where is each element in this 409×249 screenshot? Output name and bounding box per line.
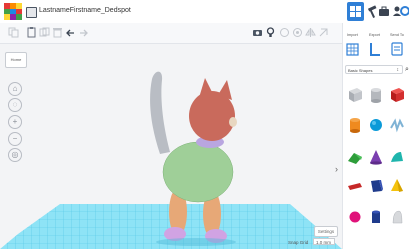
fit-view-icon[interactable]: ◌: [8, 98, 22, 112]
cylinder-navy-shape[interactable]: [367, 206, 385, 226]
home-view-icon[interactable]: ⌂: [8, 82, 22, 96]
import-tab[interactable]: Import: [347, 33, 358, 37]
shape-outline-icon[interactable]: [279, 27, 290, 38]
mirror-icon[interactable]: [305, 27, 316, 38]
notes-icon: [391, 42, 403, 56]
cylinder-gray-shape[interactable]: [367, 85, 385, 105]
sphere-magenta-shape[interactable]: [346, 206, 364, 226]
user-icon: [393, 6, 409, 16]
shapes-category-label: Basic Shapes: [348, 68, 373, 73]
workplane-icon: [346, 43, 359, 56]
box-gray-shape[interactable]: [346, 85, 364, 105]
undo-icon[interactable]: [65, 27, 76, 38]
paste-icon[interactable]: [26, 27, 37, 38]
camera-icon[interactable]: [252, 27, 263, 38]
align-icon[interactable]: [292, 27, 303, 38]
tinkercad-logo[interactable]: [4, 3, 22, 20]
workplane-scene[interactable]: [0, 44, 342, 249]
round-roof-teal-shape[interactable]: [388, 147, 406, 167]
cat-tail: [150, 71, 170, 154]
edit-toolbar: [0, 23, 342, 44]
panel-collapse-icon[interactable]: ›: [335, 162, 342, 176]
text-red-shape[interactable]: [346, 176, 364, 196]
grid-view-icon: [350, 6, 361, 17]
suitcase-icon: [379, 6, 389, 16]
redo-icon[interactable]: [78, 27, 89, 38]
delete-icon[interactable]: [52, 27, 63, 38]
box-navy-shape[interactable]: [367, 176, 385, 196]
pyramid-yellow-shape[interactable]: [388, 176, 406, 196]
paraboloid-gray-shape[interactable]: [388, 206, 406, 226]
workplane-button[interactable]: [346, 41, 360, 58]
shapes-panel: Import Export Send To Basic Shapes ↕ ⌕: [342, 23, 409, 249]
grid-view-button[interactable]: [347, 2, 364, 21]
duplicate-icon[interactable]: [39, 27, 50, 38]
snap-grid-label: Snap Grid: [288, 240, 309, 245]
copy-icon[interactable]: [8, 27, 19, 38]
cat-eye: [229, 117, 237, 127]
settings-button[interactable]: Settings: [314, 226, 338, 237]
cylinder-orange-shape[interactable]: [346, 115, 364, 135]
hammer-button[interactable]: [366, 4, 378, 19]
group-icon[interactable]: [318, 27, 329, 38]
notes-button[interactable]: [390, 41, 404, 58]
suitcase-button[interactable]: [378, 4, 390, 19]
chevron-updown-icon: ↕: [396, 67, 400, 73]
send-to-tab[interactable]: Send To: [390, 33, 404, 37]
hammer-icon: [367, 5, 377, 18]
ruler-icon: [370, 43, 380, 56]
cat-body: [162, 141, 234, 203]
box-red-shape[interactable]: [388, 85, 406, 105]
user-button[interactable]: [391, 3, 409, 20]
shapes-category-select[interactable]: Basic Shapes ↕: [345, 65, 403, 74]
perspective-icon[interactable]: ◎: [8, 148, 22, 162]
light-bulb-icon[interactable]: [265, 27, 276, 38]
roof-green-shape[interactable]: [346, 147, 364, 167]
zoom-out-icon[interactable]: −: [8, 132, 22, 146]
export-tab[interactable]: Export: [369, 33, 380, 37]
search-icon[interactable]: ⌕: [405, 65, 409, 74]
home-view-button[interactable]: Home: [5, 52, 27, 68]
workplane-viewport[interactable]: Home ⌂ ◌ + − ◎ › Settings Snap Grid 1.0 …: [0, 44, 342, 249]
cone-purple-shape[interactable]: [367, 147, 385, 167]
ruler-button[interactable]: [368, 41, 382, 58]
design-icon[interactable]: [26, 7, 37, 18]
scribble-shape[interactable]: [388, 115, 406, 135]
snap-grid-select[interactable]: 1.0 mm: [313, 238, 335, 245]
document-title[interactable]: LastnameFirstname_Dedspot: [39, 7, 131, 14]
zoom-in-icon[interactable]: +: [8, 115, 22, 129]
sphere-blue-shape[interactable]: [367, 115, 385, 135]
